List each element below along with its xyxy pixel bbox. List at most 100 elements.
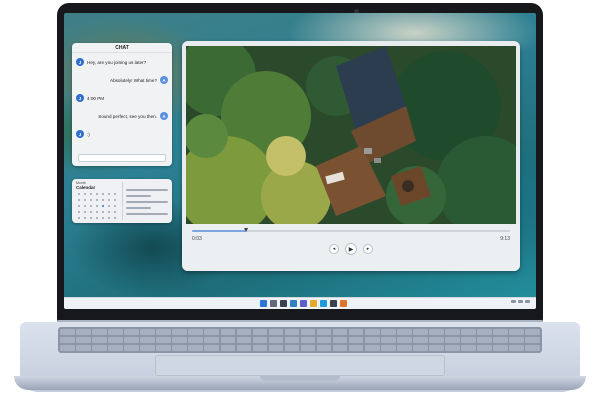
calendar-day[interactable]	[95, 216, 98, 219]
keyboard-key	[348, 336, 364, 344]
keyboard-key	[124, 329, 139, 336]
calendar-day[interactable]	[102, 193, 105, 196]
calendar-day[interactable]	[77, 216, 80, 219]
keyboard-key	[76, 329, 91, 336]
calendar-day[interactable]	[114, 210, 117, 213]
keyboard-key	[477, 344, 492, 351]
calendar-day[interactable]	[108, 210, 111, 213]
keyboard-key	[60, 336, 75, 344]
calendar-day[interactable]	[95, 199, 98, 202]
media-player-icon[interactable]	[340, 300, 347, 307]
calendar-day[interactable]	[108, 204, 111, 207]
keyboard-key	[300, 336, 316, 344]
video-frame[interactable]	[186, 46, 516, 224]
store-icon[interactable]	[330, 300, 337, 307]
taskbar-icons	[260, 300, 347, 307]
keyboard-key	[429, 344, 444, 351]
file-explorer-icon[interactable]	[310, 300, 317, 307]
calendar-day[interactable]	[95, 193, 98, 196]
calendar-day[interactable]	[102, 216, 105, 219]
start-icon[interactable]	[260, 300, 267, 307]
keyboard-key	[493, 329, 508, 336]
calendar-day[interactable]	[89, 216, 92, 219]
keyboard-key	[268, 344, 284, 351]
keyboard-key	[92, 336, 107, 344]
calendar-day[interactable]	[114, 199, 117, 202]
calendar-day[interactable]	[77, 204, 80, 207]
calendar-day[interactable]	[108, 193, 111, 196]
chat-app-icon[interactable]	[300, 300, 307, 307]
keyboard-key	[220, 344, 236, 351]
search-icon[interactable]	[270, 300, 277, 307]
calendar-day[interactable]	[95, 210, 98, 213]
task-view-icon[interactable]	[280, 300, 287, 307]
calendar-events	[126, 185, 168, 219]
calendar-day[interactable]	[89, 199, 92, 202]
keyboard-key	[413, 336, 428, 344]
playback-buttons: ◂ ▶ ▸	[182, 242, 520, 256]
keyboard-key	[397, 344, 412, 351]
calendar-day[interactable]	[114, 204, 117, 207]
widgets-icon[interactable]	[290, 300, 297, 307]
calendar-day[interactable]	[108, 199, 111, 202]
chat-input[interactable]	[78, 154, 166, 162]
calendar-day[interactable]	[114, 216, 117, 219]
rewind-button[interactable]: ◂	[329, 244, 339, 254]
keyboard-key	[477, 329, 492, 336]
keyboard-key	[236, 329, 252, 336]
keyboard-key	[493, 336, 508, 344]
keyboard-key	[316, 336, 332, 344]
lid-notch	[260, 376, 340, 381]
keyboard-key	[156, 329, 171, 336]
calendar-day[interactable]	[102, 204, 105, 207]
forward-button[interactable]: ▸	[363, 244, 373, 254]
keyboard-key	[204, 329, 219, 336]
calendar-day[interactable]	[89, 210, 92, 213]
system-tray[interactable]	[511, 300, 530, 303]
calendar-day[interactable]	[114, 193, 117, 196]
keyboard-key	[140, 329, 155, 336]
play-icon: ▶	[348, 246, 354, 253]
calendar-day[interactable]	[95, 204, 98, 207]
calendar-day[interactable]	[102, 210, 105, 213]
chat-message-text: 4:00 PM	[87, 95, 105, 101]
chat-message: J:)	[72, 125, 172, 143]
desktop-screen: CHAT J Hey, are you joining us later? Abso…	[64, 13, 536, 309]
keyboard-key	[108, 344, 123, 351]
calendar-day[interactable]	[83, 216, 86, 219]
calendar-day[interactable]	[83, 204, 86, 207]
keyboard-key	[461, 329, 476, 336]
keyboard-key	[252, 329, 268, 336]
calendar-day[interactable]	[102, 199, 105, 202]
calendar-day[interactable]	[83, 193, 86, 196]
calendar-day[interactable]	[89, 193, 92, 196]
keyboard-key	[172, 336, 187, 344]
chat-panel: CHAT J Hey, are you joining us later? Abso…	[72, 43, 172, 166]
keyboard-key	[284, 344, 300, 351]
keyboard-key	[92, 344, 107, 351]
calendar-day[interactable]	[77, 199, 80, 202]
calendar-day[interactable]	[89, 204, 92, 207]
calendar-day[interactable]	[108, 216, 111, 219]
play-button[interactable]: ▶	[345, 243, 357, 255]
seek-bar[interactable]	[192, 228, 510, 232]
calendar-day[interactable]	[83, 199, 86, 202]
calendar-day[interactable]	[77, 210, 80, 213]
calendar-day[interactable]	[77, 193, 80, 196]
browser-icon[interactable]	[320, 300, 327, 307]
seek-progress	[192, 230, 247, 232]
keyboard-key	[172, 344, 187, 351]
keyboard-key	[381, 344, 396, 351]
keyboard-key	[381, 336, 396, 344]
user-avatar: J	[76, 94, 84, 102]
keyboard-key	[60, 344, 75, 351]
keyboard-key	[124, 344, 139, 351]
calendar-widget[interactable]: Month Calendar	[72, 179, 172, 223]
keyboard-key	[108, 336, 123, 344]
keyboard-key	[445, 336, 460, 344]
keyboard-key	[76, 336, 91, 344]
keyboard-key	[124, 336, 139, 344]
calendar-day[interactable]	[83, 210, 86, 213]
video-player-window: 0:03 9:13 ◂ ▶ ▸	[182, 41, 520, 271]
keyboard-key	[172, 329, 187, 336]
